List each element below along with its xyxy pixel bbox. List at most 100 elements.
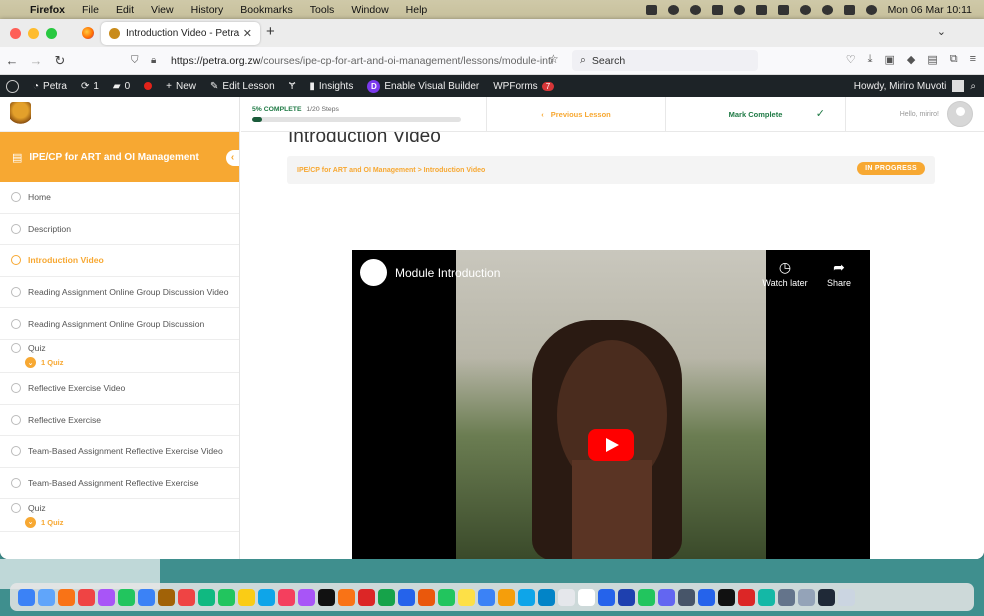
sidebar-item-quiz[interactable]: Quiz ⌄ 1 Quiz — [0, 340, 239, 373]
wp-logo-button[interactable] — [6, 79, 19, 93]
video-title[interactable]: Module Introduction — [395, 266, 500, 280]
extensions-puzzle-icon[interactable]: ⧉ — [950, 53, 958, 66]
teams-icon[interactable] — [658, 588, 675, 606]
app-icon[interactable] — [798, 588, 815, 606]
powerpoint-icon[interactable] — [418, 588, 435, 606]
wifi-icon[interactable] — [799, 4, 811, 15]
word-icon[interactable] — [398, 588, 415, 606]
app-icon[interactable] — [758, 588, 775, 606]
terminal-icon[interactable] — [718, 588, 735, 606]
sidebar-item-reflective-video[interactable]: Reflective Exercise Video — [0, 373, 239, 405]
edit-lesson-link[interactable]: ✎ Edit Lesson — [210, 81, 275, 92]
my-account-link[interactable]: Howdy, Miriro Muvoti ⌕ — [854, 80, 984, 92]
app-icon[interactable] — [578, 588, 595, 606]
music-icon[interactable] — [278, 588, 295, 606]
app-icon[interactable] — [778, 588, 795, 606]
menu-edit[interactable]: Edit — [116, 4, 134, 16]
yoast-link[interactable]: Ɏ — [289, 81, 296, 92]
menu-window[interactable]: Window — [351, 4, 388, 16]
extension-icon[interactable]: ▤ — [927, 53, 937, 66]
app-icon[interactable] — [678, 588, 695, 606]
new-content-link[interactable]: + New — [166, 81, 196, 92]
calendar-icon[interactable] — [178, 588, 195, 606]
tab-introduction-video[interactable]: Introduction Video - Petra ✕ — [101, 22, 260, 45]
bookmark-star-icon[interactable]: ☆ — [548, 52, 559, 66]
menu-file[interactable]: File — [82, 4, 99, 16]
app-icon[interactable] — [98, 588, 115, 606]
app-icon[interactable] — [78, 588, 95, 606]
bluetooth-icon[interactable] — [755, 4, 767, 15]
downloads-icon[interactable]: ⤓ — [868, 53, 873, 66]
sidebar-item-description[interactable]: Description — [0, 214, 239, 246]
dropbox-icon[interactable] — [598, 588, 615, 606]
url-bar[interactable]: ⛉ 🔒︎ https://petra.org.zw /courses/ipe-c… — [127, 50, 567, 71]
app-icon[interactable] — [258, 588, 275, 606]
app-icon[interactable] — [558, 588, 575, 606]
previous-lesson-button[interactable]: ‹ Previous Lesson — [487, 97, 666, 131]
zoom-icon[interactable] — [698, 588, 715, 606]
spotlight-icon[interactable] — [821, 4, 833, 15]
wpforms-link[interactable]: WPForms 7 — [493, 81, 555, 92]
updates-link[interactable]: ⟳ 1 — [81, 81, 99, 92]
mail-icon[interactable] — [138, 588, 155, 606]
search-icon[interactable]: ⌕ — [970, 81, 976, 92]
battery-icon[interactable] — [777, 4, 789, 15]
vlc-icon[interactable] — [338, 588, 355, 606]
petra-logo[interactable] — [10, 102, 31, 126]
zoom-window-button[interactable] — [46, 27, 57, 39]
app-icon[interactable] — [738, 588, 755, 606]
app-icon[interactable] — [818, 588, 835, 606]
siri-icon[interactable] — [865, 4, 877, 15]
collapse-sidebar-icon[interactable]: ‹ — [226, 150, 239, 166]
reload-button[interactable]: ↻ — [48, 53, 72, 69]
numbers-icon[interactable] — [198, 588, 215, 606]
status-icon[interactable] — [645, 4, 657, 15]
divi-builder-link[interactable]: D Enable Visual Builder — [367, 79, 479, 93]
watch-later-button[interactable]: ◷ Watch later — [760, 259, 810, 288]
sidebar-item-reading-discussion[interactable]: Reading Assignment Online Group Discussi… — [0, 308, 239, 340]
extension-icon[interactable]: ▣ — [884, 53, 894, 66]
sidebar-item-home[interactable]: Home — [0, 182, 239, 214]
minimize-window-button[interactable] — [28, 27, 39, 39]
skype-icon[interactable] — [538, 588, 555, 606]
new-tab-button[interactable]: + — [266, 23, 275, 40]
course-title-bar[interactable]: ▤ IPE/CP for ART and OI Management ‹ — [0, 132, 239, 182]
sidebar-item-team-reflective-exercise[interactable]: Team-Based Assignment Reflective Exercis… — [0, 468, 239, 500]
pocket-icon[interactable]: ♡ — [846, 53, 856, 66]
play-button[interactable] — [588, 429, 634, 461]
avatar[interactable] — [947, 101, 973, 127]
lock-icon[interactable]: 🔒︎ — [151, 55, 165, 66]
user-menu[interactable]: Hello, miriro! — [846, 97, 984, 131]
forward-button[interactable]: → — [24, 53, 48, 68]
tv-icon[interactable] — [318, 588, 335, 606]
insights-link[interactable]: ▮ Insights — [309, 81, 353, 92]
menu-bookmarks[interactable]: Bookmarks — [240, 4, 293, 16]
mark-complete-button[interactable]: Mark Complete ✓ — [666, 97, 846, 131]
clock[interactable]: Mon 06 Mar 10:11 — [888, 4, 972, 16]
share-button[interactable]: ➦ Share — [814, 259, 864, 288]
menu-icon[interactable]: ≡ — [970, 53, 976, 66]
breadcrumb-text[interactable]: IPE/CP for ART and OI Management > Intro… — [297, 167, 485, 174]
menu-help[interactable]: Help — [406, 4, 428, 16]
menu-app-firefox[interactable]: Firefox — [30, 4, 65, 16]
quiz-expand-toggle[interactable]: ⌄ 1 Quiz — [25, 357, 64, 369]
status-icon[interactable] — [733, 4, 745, 15]
finder-icon[interactable] — [18, 588, 35, 606]
podcasts-icon[interactable] — [298, 588, 315, 606]
sidebar-item-reflective-exercise[interactable]: Reflective Exercise — [0, 405, 239, 437]
status-icon[interactable] — [689, 4, 701, 15]
excel-icon[interactable] — [378, 588, 395, 606]
app-store-icon[interactable] — [478, 588, 495, 606]
app-icon[interactable] — [118, 588, 135, 606]
back-button[interactable]: ← — [0, 53, 24, 68]
quiz-expand-toggle[interactable]: ⌄ 1 Quiz — [25, 516, 64, 528]
app-icon[interactable] — [458, 588, 475, 606]
comments-link[interactable]: ▰ 0 — [113, 81, 130, 92]
list-tabs-chevron-icon[interactable]: ⌄ — [937, 25, 946, 38]
status-icon[interactable] — [667, 4, 679, 15]
control-center-icon[interactable] — [843, 4, 855, 15]
app-icon[interactable] — [158, 588, 175, 606]
firefox-icon[interactable] — [58, 588, 75, 606]
firefox-view-icon[interactable] — [82, 27, 94, 39]
app-icon[interactable] — [638, 588, 655, 606]
